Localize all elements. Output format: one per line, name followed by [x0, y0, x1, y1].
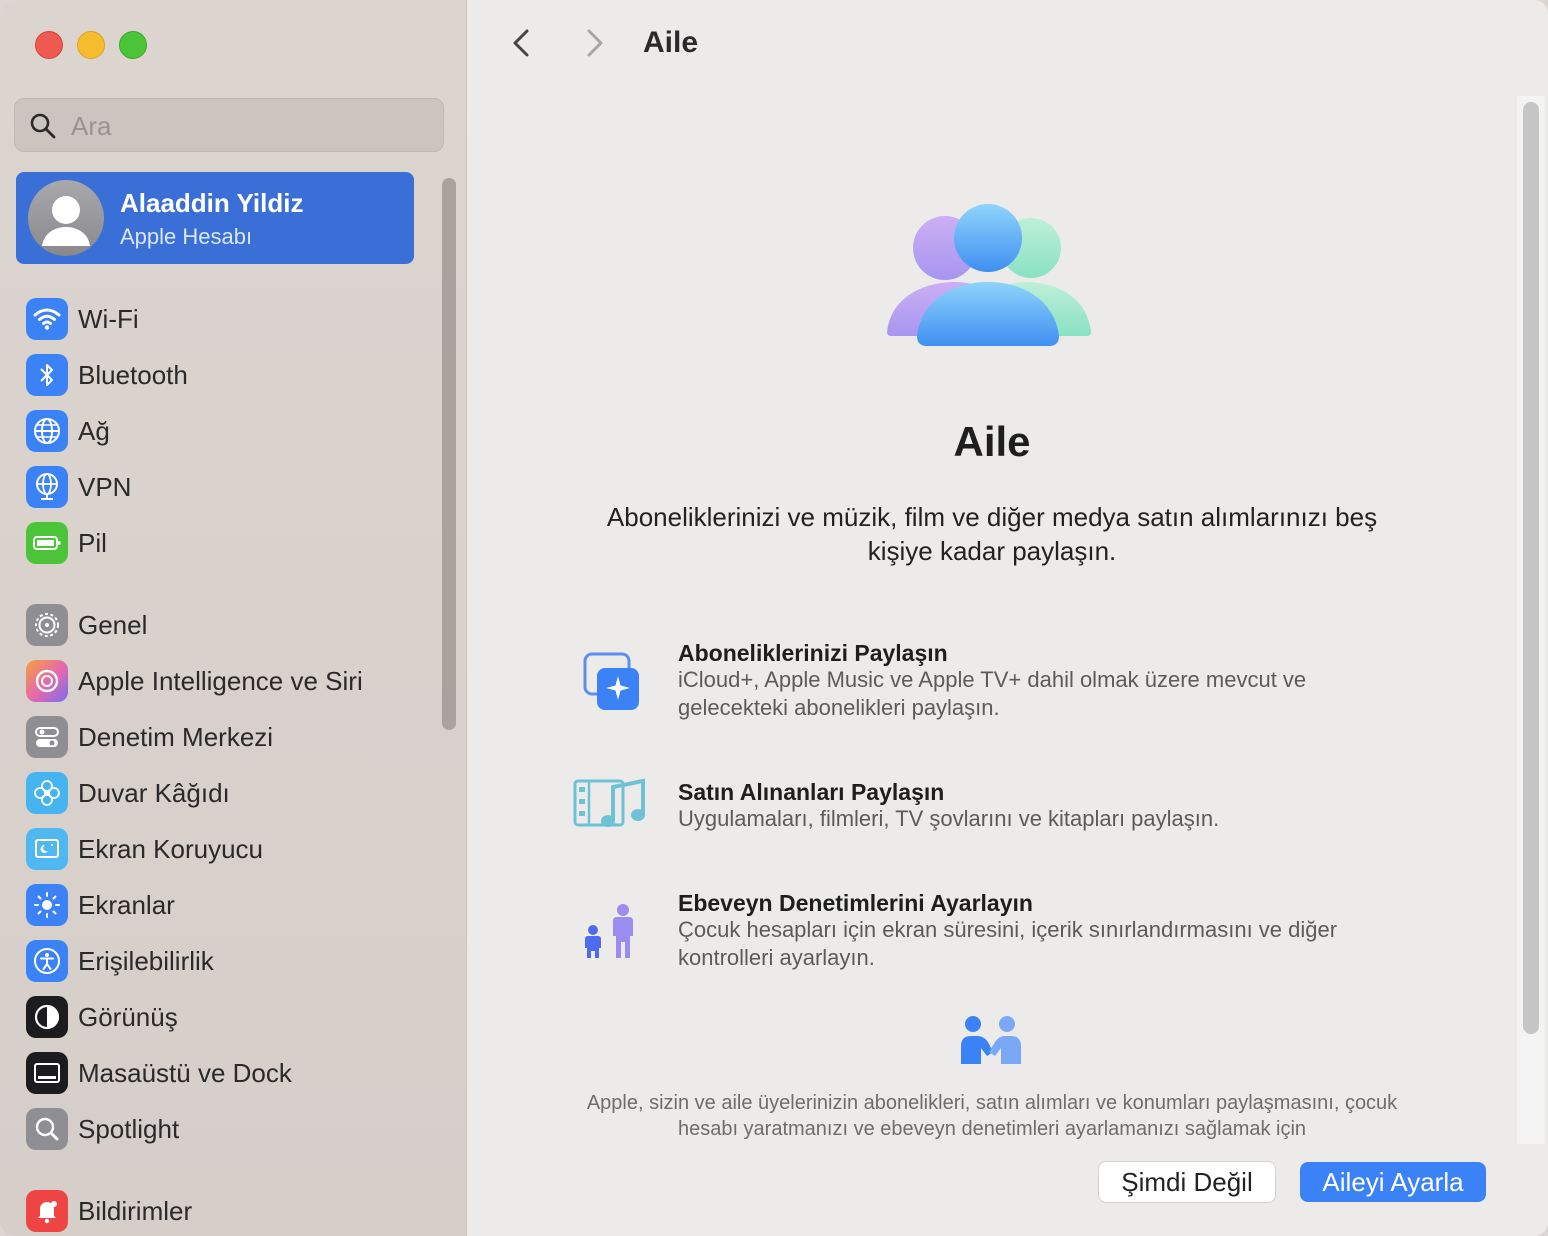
sidebar-item-label: Ekran Koruyucu [78, 833, 263, 864]
feature-description: iCloud+, Apple Music ve Apple TV+ dahil … [678, 667, 1307, 720]
sidebar-item-label: Apple Intelligence ve Siri [78, 665, 363, 696]
privacy-text: Apple, sizin ve aile üyelerinizin abonel… [586, 1092, 1398, 1140]
apple-account-item[interactable]: Alaaddin Yildiz Apple Hesabı [16, 172, 414, 264]
sidebar-item-appearance[interactable]: Görünüş [26, 995, 426, 1039]
sidebar-item-label: Wi-Fi [78, 303, 139, 334]
minimize-button[interactable] [77, 31, 105, 59]
screensaver-icon [26, 828, 68, 870]
media-purchases-icon [573, 778, 645, 827]
sidebar-item-label: Bluetooth [78, 359, 188, 390]
accessibility-icon [26, 940, 68, 982]
search-input[interactable] [69, 107, 433, 145]
battery-icon [26, 522, 68, 564]
sidebar-item-displays[interactable]: Ekranlar [26, 883, 426, 927]
sidebar-item-label: Ağ [78, 415, 110, 446]
sidebar-item-wallpaper[interactable]: Duvar Kâğıdı [26, 771, 426, 815]
feature-description: Uygulamaları, filmleri, TV şovlarını ve … [678, 806, 1220, 831]
zoom-button[interactable] [119, 31, 147, 59]
sidebar-item-battery[interactable]: Pil [26, 521, 426, 565]
sidebar-item-general[interactable]: Genel [26, 603, 426, 647]
vpn-globe-icon [26, 466, 68, 508]
wifi-icon [26, 298, 68, 340]
main-pane: Aile Aile Aboneliklerinizi ve müzik, fil… [467, 0, 1548, 1236]
globe-icon [26, 410, 68, 452]
sidebar-item-label: Erişilebilirlik [78, 945, 214, 976]
hero-description: Aboneliklerinizi ve müzik, film ve diğer… [606, 502, 1378, 566]
sidebar-item-label: Pil [78, 527, 107, 558]
window-controls [35, 31, 147, 59]
bluetooth-icon [26, 354, 68, 396]
sidebar-item-label: Görünüş [78, 1001, 178, 1032]
sidebar-item-desktop-dock[interactable]: Masaüstü ve Dock [26, 1051, 426, 1095]
main-scrollbar[interactable] [1523, 102, 1539, 1034]
account-name: Alaaddin Yildiz [120, 188, 304, 218]
set-up-family-button[interactable]: Aileyi Ayarla [1300, 1162, 1486, 1202]
sidebar: Alaaddin Yildiz Apple Hesabı Wi-Fi Bluet… [0, 0, 467, 1236]
feature-title: Aboneliklerinizi Paylaşın [678, 640, 948, 666]
search-field[interactable] [14, 98, 444, 152]
sidebar-item-label: Spotlight [78, 1113, 180, 1144]
control-center-icon [26, 716, 68, 758]
parental-controls-icon [585, 904, 633, 958]
brightness-icon [26, 884, 68, 926]
family-hero-icon [887, 204, 1091, 346]
feature-title: Ebeveyn Denetimlerini Ayarlayın [678, 890, 1033, 916]
appearance-icon [26, 996, 68, 1038]
gear-icon [26, 604, 68, 646]
dock-icon [26, 1052, 68, 1094]
magnifier-icon [26, 1108, 68, 1150]
privacy-handshake-icon [961, 1016, 1021, 1064]
search-icon [30, 113, 56, 139]
sidebar-item-wifi[interactable]: Wi-Fi [26, 297, 426, 341]
page-title: Aile [643, 26, 699, 59]
close-button[interactable] [35, 31, 63, 59]
sidebar-item-screensaver[interactable]: Ekran Koruyucu [26, 827, 426, 871]
sidebar-item-label: Bildirimler [78, 1195, 193, 1226]
back-button[interactable] [505, 26, 539, 60]
sidebar-item-accessibility[interactable]: Erişilebilirlik [26, 939, 426, 983]
hero-title: Aile [953, 418, 1031, 465]
sidebar-item-notifications[interactable]: Bildirimler [26, 1189, 426, 1233]
bell-icon [26, 1190, 68, 1232]
sidebar-item-label: Masaüstü ve Dock [78, 1057, 292, 1088]
sidebar-item-control-center[interactable]: Denetim Merkezi [26, 715, 426, 759]
sidebar-item-label: Genel [78, 609, 148, 640]
system-settings-window: Alaaddin Yildiz Apple Hesabı Wi-Fi Bluet… [0, 0, 1548, 1236]
forward-button[interactable] [577, 26, 611, 60]
not-now-button[interactable]: Şimdi Değil [1098, 1161, 1276, 1203]
sidebar-item-label: VPN [78, 471, 132, 502]
sidebar-item-spotlight[interactable]: Spotlight [26, 1107, 426, 1151]
subscriptions-icon [583, 652, 639, 710]
sidebar-item-label: Duvar Kâğıdı [78, 777, 230, 808]
sidebar-item-apple-intelligence[interactable]: Apple Intelligence ve Siri [26, 659, 426, 703]
feature-title: Satın Alınanları Paylaşın [678, 779, 945, 805]
siri-icon [26, 660, 68, 702]
avatar [28, 180, 104, 256]
person-silhouette-icon [42, 196, 90, 246]
sidebar-item-vpn[interactable]: VPN [26, 465, 426, 509]
sidebar-scrollbar[interactable] [442, 178, 456, 730]
sidebar-item-network[interactable]: Ağ [26, 409, 426, 453]
sidebar-item-label: Denetim Merkezi [78, 721, 274, 752]
account-subtitle: Apple Hesabı [120, 224, 253, 249]
feature-description: Çocuk hesapları için ekran süresini, içe… [678, 917, 1338, 970]
sidebar-item-bluetooth[interactable]: Bluetooth [26, 353, 426, 397]
wallpaper-flower-icon [26, 772, 68, 814]
sidebar-item-label: Ekranlar [78, 889, 175, 920]
